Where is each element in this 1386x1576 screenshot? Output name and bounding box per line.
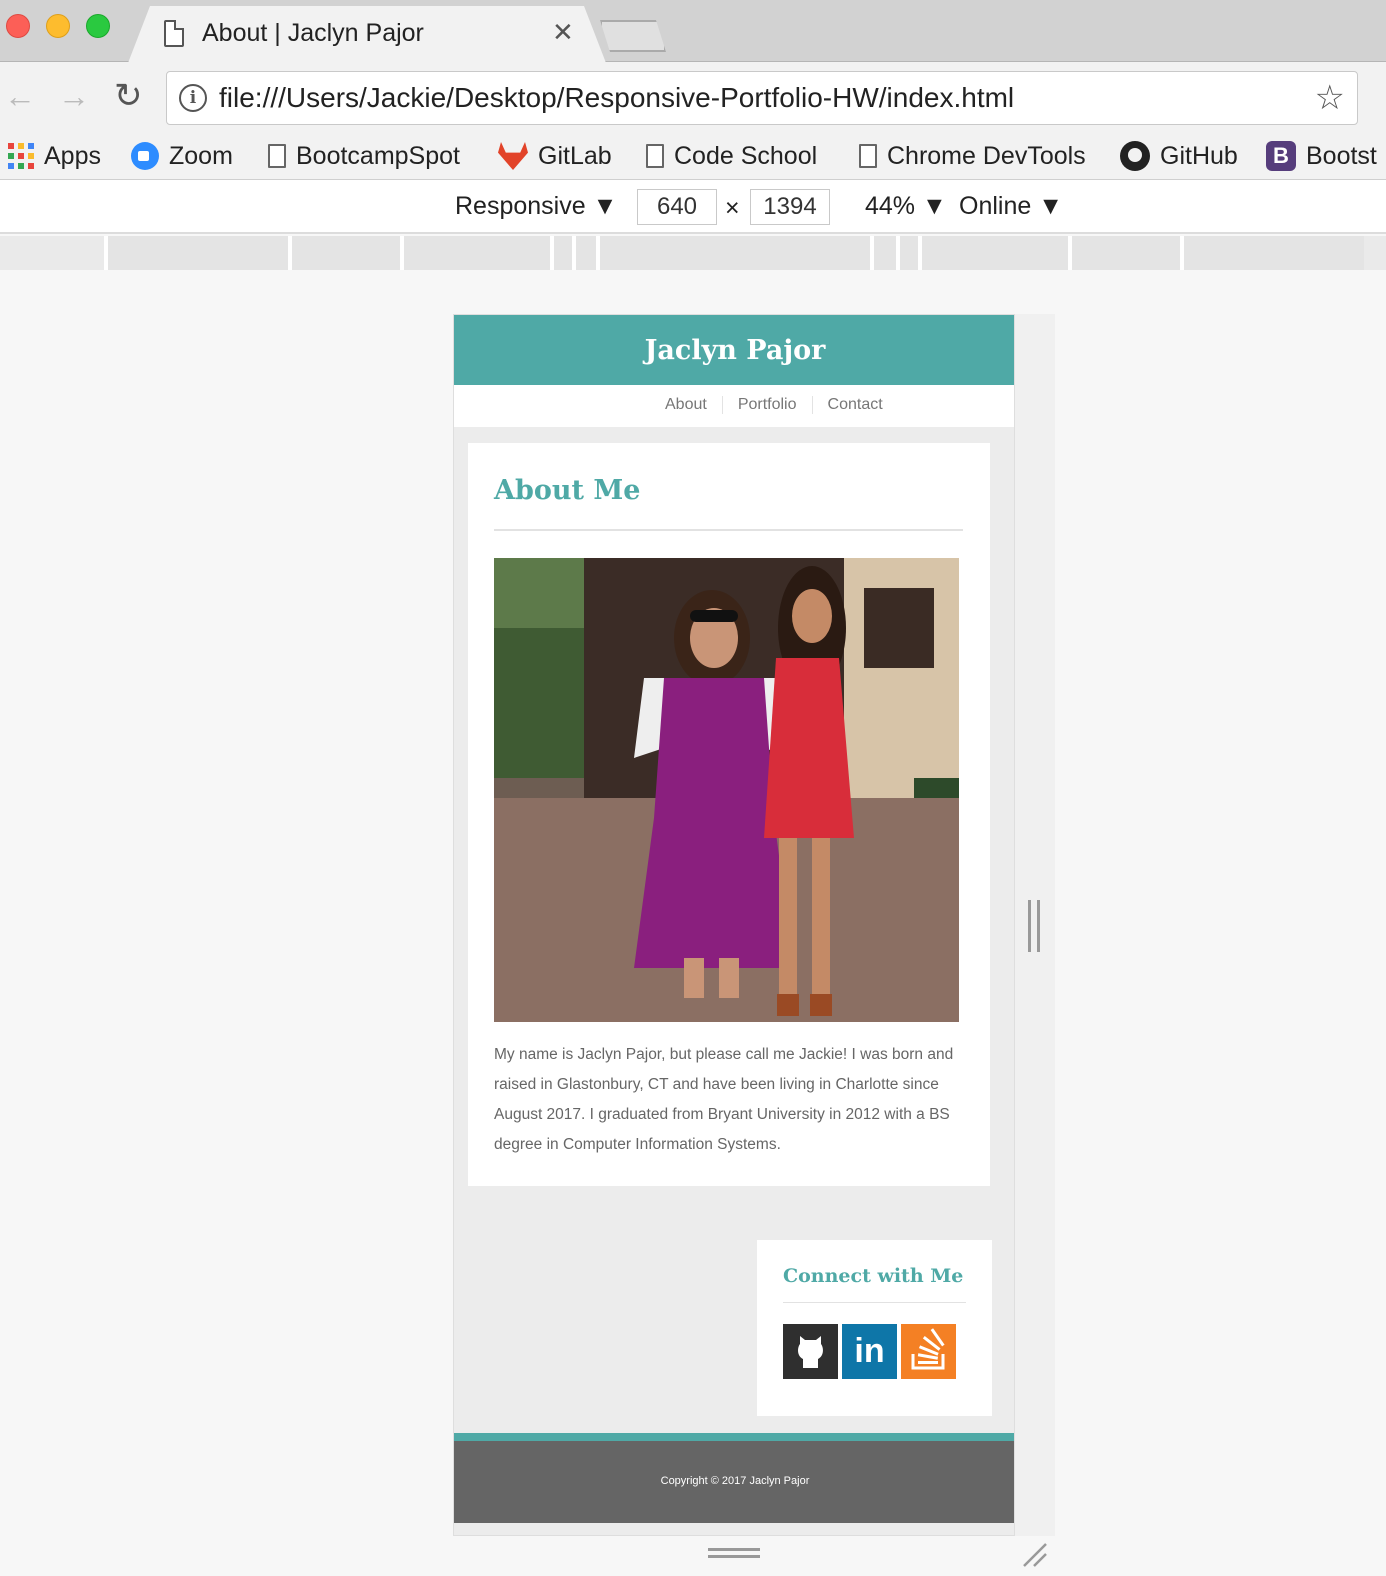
bookmark-label: GitHub	[1160, 141, 1238, 170]
chevron-down-icon: ▼	[592, 192, 618, 220]
browser-toolbar: ← → ↻ i file:///Users/Jackie/Desktop/Res…	[0, 62, 1386, 134]
bookmark-code-school[interactable]: Code School	[646, 138, 817, 174]
about-body: My name is Jaclyn Pajor, but please call…	[494, 1046, 954, 1153]
site-header: Jaclyn Pajor	[454, 315, 1014, 385]
divider	[494, 529, 963, 531]
nav-link-portfolio[interactable]: Portfolio	[721, 396, 812, 414]
page-icon	[164, 20, 184, 47]
media-query-bar[interactable]	[104, 236, 288, 270]
media-query-bar[interactable]	[550, 236, 572, 270]
window-minimize-button[interactable]	[46, 14, 70, 38]
bookmark-star-icon[interactable]: ☆	[1315, 78, 1345, 118]
bookmark-label: Chrome DevTools	[887, 141, 1086, 170]
zoom-icon	[131, 142, 159, 170]
info-icon[interactable]: i	[179, 84, 207, 112]
media-query-bar[interactable]	[1068, 236, 1180, 270]
bootstrap-icon: B	[1266, 141, 1296, 171]
dimension-separator: ×	[725, 194, 740, 222]
divider	[783, 1302, 966, 1303]
nav-link-about[interactable]: About	[650, 396, 722, 414]
media-query-bar[interactable]	[572, 236, 596, 270]
chevron-down-icon: ▼	[1038, 192, 1063, 220]
media-query-bar[interactable]	[596, 236, 870, 270]
profile-photo	[494, 558, 959, 1022]
bookmark-bootstrap[interactable]: B Bootst	[1266, 138, 1377, 174]
connect-section: Connect with Me in	[757, 1240, 992, 1416]
resize-handle-bottom[interactable]	[708, 1548, 760, 1558]
page-icon	[268, 144, 286, 168]
copyright-text: Copyright © 2017 Jaclyn Pajor	[660, 1475, 810, 1487]
zoom-select-label: 44%	[865, 192, 916, 220]
height-input[interactable]: 1394	[750, 189, 830, 225]
github-icon	[1120, 141, 1150, 171]
site-title[interactable]: Jaclyn Pajor	[454, 335, 1014, 366]
page-icon	[646, 144, 664, 168]
media-query-bar[interactable]	[400, 236, 550, 270]
bookmark-chrome-devtools[interactable]: Chrome DevTools	[859, 138, 1086, 174]
bookmarks-bar: Apps Zoom BootcampSpot GitLab Code Schoo…	[0, 134, 1386, 180]
bookmark-label: Apps	[44, 141, 101, 170]
window-maximize-button[interactable]	[86, 14, 110, 38]
site-nav: About Portfolio Contact	[454, 385, 1014, 427]
bookmark-bootcampspot[interactable]: BootcampSpot	[268, 138, 460, 174]
gitlab-icon	[498, 142, 528, 170]
bookmark-label: GitLab	[538, 141, 612, 170]
connect-heading: Connect with Me	[783, 1265, 964, 1287]
back-arrow-icon[interactable]: ←	[4, 78, 36, 114]
media-query-ruler[interactable]	[0, 236, 1386, 270]
reload-icon[interactable]: ↻	[114, 78, 143, 114]
stackoverflow-icon[interactable]	[901, 1324, 956, 1379]
bookmark-label: BootcampSpot	[296, 141, 460, 170]
network-select-label: Online	[959, 192, 1032, 220]
nav-link-contact[interactable]: Contact	[811, 396, 898, 414]
bookmark-label: Bootst	[1306, 141, 1377, 170]
github-icon[interactable]	[783, 1324, 838, 1379]
new-tab-button[interactable]	[600, 20, 666, 52]
bookmark-github[interactable]: GitHub	[1120, 138, 1238, 174]
window-close-button[interactable]	[6, 14, 30, 38]
bookmark-label: Code School	[674, 141, 818, 170]
resize-handle-right[interactable]	[1028, 900, 1040, 952]
network-throttle-select[interactable]: Online ▼	[959, 192, 1063, 221]
url-text[interactable]: file:///Users/Jackie/Desktop/Responsive-…	[219, 82, 1014, 114]
about-heading: About Me	[494, 475, 641, 506]
page-icon	[859, 144, 877, 168]
device-select[interactable]: Responsive ▼	[455, 192, 617, 221]
chevron-down-icon: ▼	[922, 192, 947, 220]
forward-arrow-icon[interactable]: →	[58, 78, 90, 114]
apps-grid-icon	[8, 143, 34, 169]
width-input[interactable]: 640	[637, 189, 717, 225]
site-footer: Copyright © 2017 Jaclyn Pajor	[454, 1433, 1014, 1523]
bookmark-gitlab[interactable]: GitLab	[498, 138, 612, 174]
tab-title: About | Jaclyn Pajor	[202, 19, 424, 47]
device-toolbar: Responsive ▼ 640 × 1394 44% ▼ Online ▼	[0, 180, 1386, 234]
bookmark-apps[interactable]: Apps	[8, 138, 101, 174]
device-viewport: Jaclyn Pajor About Portfolio Contact Abo…	[453, 314, 1015, 1536]
bookmark-zoom[interactable]: Zoom	[131, 138, 233, 174]
tab-strip: About | Jaclyn Pajor ✕	[0, 0, 1386, 63]
bookmark-label: Zoom	[169, 141, 233, 170]
linkedin-icon[interactable]: in	[842, 1324, 897, 1379]
media-query-bar[interactable]	[1180, 236, 1364, 270]
tab-about[interactable]: About | Jaclyn Pajor ✕	[128, 6, 606, 63]
address-bar[interactable]: i file:///Users/Jackie/Desktop/Responsiv…	[166, 71, 1358, 125]
media-query-bar[interactable]	[288, 236, 400, 270]
device-select-label: Responsive	[455, 192, 586, 220]
about-section: About Me My name is Jaclyn Pajor, but pl…	[468, 443, 990, 1186]
tab-close-icon[interactable]: ✕	[552, 17, 574, 48]
media-query-bar[interactable]	[918, 236, 1068, 270]
media-query-bar[interactable]	[896, 236, 918, 270]
zoom-select[interactable]: 44% ▼	[865, 192, 947, 221]
media-query-bar[interactable]	[870, 236, 896, 270]
resize-corner-icon[interactable]	[1020, 1540, 1048, 1568]
